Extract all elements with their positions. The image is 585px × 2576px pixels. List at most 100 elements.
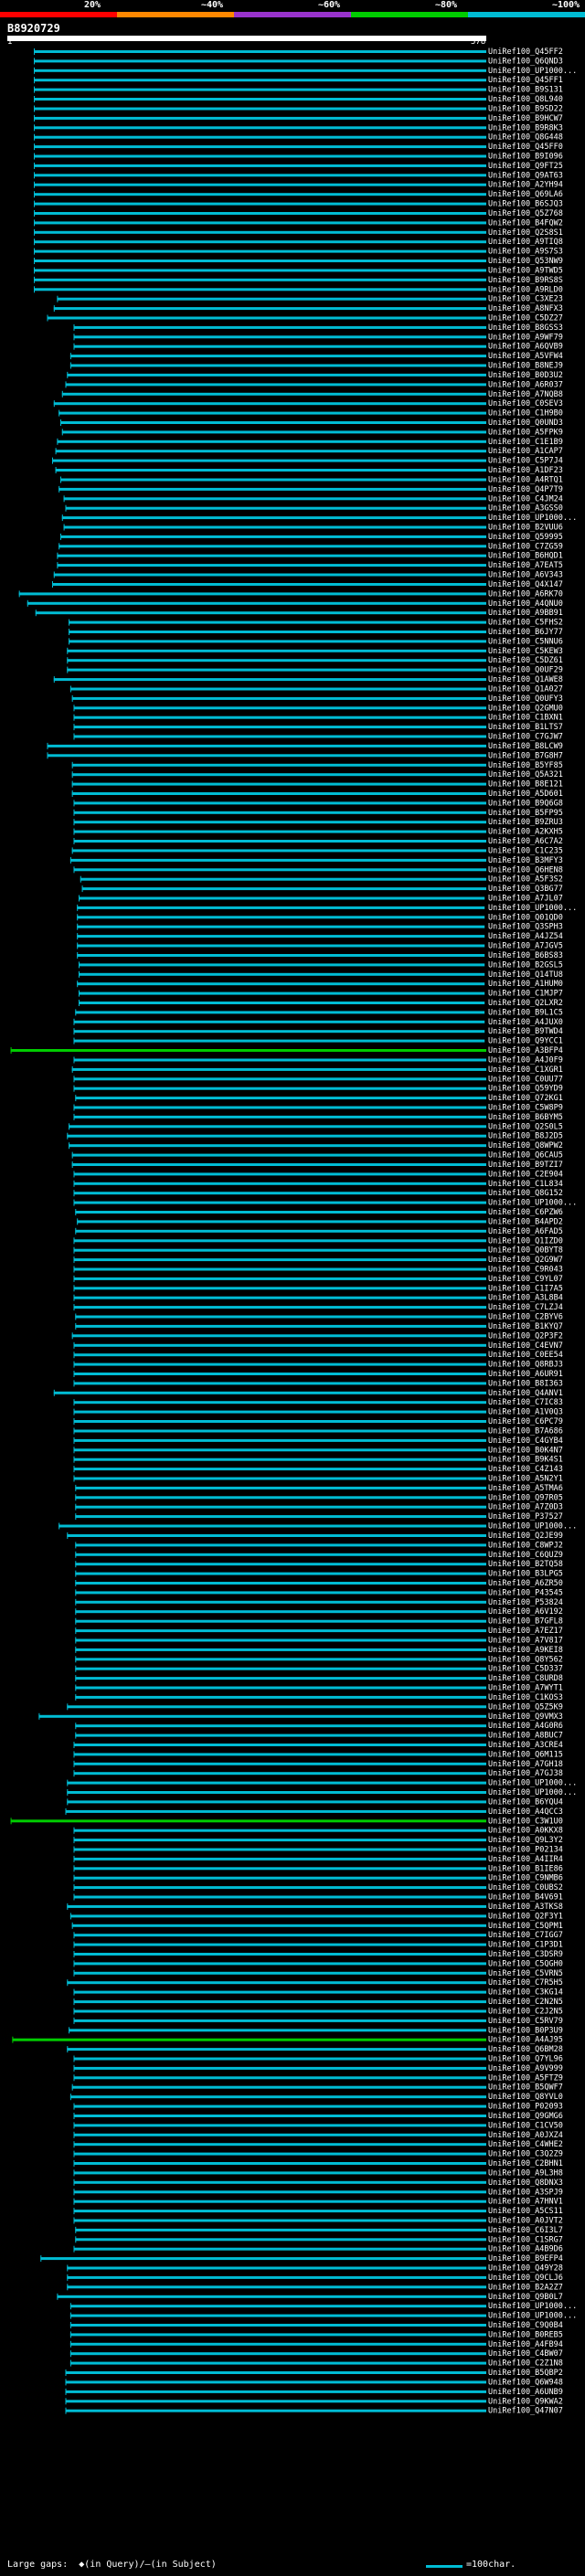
hit-bar[interactable] (63, 497, 486, 501)
hit-id-label[interactable]: UniRef100_Q3BG77 (488, 885, 563, 894)
hit-id-label[interactable]: UniRef100_C3KG14 (488, 1988, 563, 1998)
hit-id-label[interactable]: UniRef100_Q9AT63 (488, 171, 563, 180)
hit-id-label[interactable]: UniRef100_Q49Y28 (488, 2264, 563, 2274)
hit-bar[interactable] (57, 440, 487, 443)
hit-id-label[interactable]: UniRef100_C2N2N5 (488, 1998, 563, 2007)
hit-id-label[interactable]: UniRef100_Q2LXR2 (488, 999, 563, 1008)
hit-id-label[interactable]: UniRef100_A7JL07 (488, 895, 563, 904)
hit-id-label[interactable]: UniRef100_B5FP95 (488, 809, 563, 818)
hit-id-label[interactable]: UniRef100_B9R8K3 (488, 123, 563, 133)
hit-bar[interactable] (61, 392, 487, 396)
hit-bar[interactable] (65, 2390, 487, 2393)
hit-id-label[interactable]: UniRef100_UP1000... (488, 67, 577, 76)
hit-bar[interactable] (65, 1809, 487, 1813)
hit-bar[interactable] (73, 2009, 487, 2013)
hit-bar[interactable] (73, 1362, 487, 1366)
hit-id-label[interactable]: UniRef100_B2A2Z7 (488, 2283, 563, 2292)
hit-id-label[interactable]: UniRef100_A6QVB9 (488, 343, 563, 352)
hit-bar[interactable] (73, 1030, 485, 1034)
hit-bar[interactable] (71, 763, 486, 767)
hit-id-label[interactable]: UniRef100_B8E121 (488, 780, 563, 790)
hit-id-label[interactable]: UniRef100_Q1IZD0 (488, 1236, 563, 1246)
hit-id-label[interactable]: UniRef100_A6C7A2 (488, 837, 563, 846)
hit-id-label[interactable]: UniRef100_A7WYT1 (488, 1684, 563, 1693)
hit-bar[interactable] (73, 1373, 487, 1375)
hit-id-label[interactable]: UniRef100_C1H9B0 (488, 409, 563, 419)
hit-bar[interactable] (69, 364, 487, 367)
hit-id-label[interactable]: UniRef100_Q45FF2 (488, 48, 563, 57)
hit-bar[interactable] (69, 631, 486, 633)
hit-id-label[interactable]: UniRef100_Q69LA6 (488, 190, 563, 199)
hit-bar[interactable] (34, 59, 486, 63)
hit-bar[interactable] (75, 1211, 487, 1214)
hit-id-label[interactable]: UniRef100_Q8YVL0 (488, 2093, 563, 2102)
hit-id-label[interactable]: UniRef100_A6V343 (488, 571, 563, 580)
hit-bar[interactable] (34, 145, 486, 149)
hit-bar[interactable] (67, 2285, 487, 2289)
hit-bar[interactable] (75, 1667, 487, 1670)
hit-id-label[interactable]: UniRef100_A9WF79 (488, 333, 563, 342)
hit-bar[interactable] (73, 2000, 487, 2004)
hit-bar[interactable] (73, 1287, 487, 1290)
hit-bar[interactable] (34, 154, 486, 158)
hit-id-label[interactable]: UniRef100_B8J2D5 (488, 1132, 563, 1141)
hit-bar[interactable] (73, 1429, 487, 1433)
hit-id-label[interactable]: UniRef100_C0EE54 (488, 1351, 563, 1360)
hit-bar[interactable] (60, 478, 486, 482)
hit-bar[interactable] (38, 1714, 487, 1718)
hit-id-label[interactable]: UniRef100_A3SPJ9 (488, 2188, 563, 2197)
hit-bar[interactable] (73, 1382, 487, 1385)
hit-id-label[interactable]: UniRef100_B0REB5 (488, 2330, 563, 2339)
hit-id-label[interactable]: UniRef100_C6PC79 (488, 1417, 563, 1426)
hit-id-label[interactable]: UniRef100_C2BHN1 (488, 2159, 563, 2168)
hit-bar[interactable] (75, 1097, 487, 1100)
hit-id-label[interactable]: UniRef100_A3L8B4 (488, 1294, 563, 1303)
hit-id-label[interactable]: UniRef100_C1C235 (488, 846, 563, 855)
hit-id-label[interactable]: UniRef100_B0K4N7 (488, 1446, 563, 1455)
hit-bar[interactable] (73, 1744, 487, 1746)
hit-bar[interactable] (77, 935, 485, 938)
hit-bar[interactable] (79, 896, 485, 900)
hit-id-label[interactable]: UniRef100_B6SJQ3 (488, 200, 563, 209)
hit-bar[interactable] (75, 1610, 487, 1614)
hit-bar[interactable] (75, 1638, 487, 1642)
hit-bar[interactable] (52, 583, 486, 586)
hit-id-label[interactable]: UniRef100_C7LZJ4 (488, 1303, 563, 1312)
hit-bar[interactable] (35, 611, 487, 615)
hit-bar[interactable] (75, 2238, 487, 2242)
hit-bar[interactable] (34, 126, 486, 130)
hit-id-label[interactable]: UniRef100_C4GYB4 (488, 1436, 563, 1446)
hit-id-label[interactable]: UniRef100_A2KXH5 (488, 828, 563, 837)
hit-bar[interactable] (79, 963, 485, 967)
hit-bar[interactable] (75, 1724, 487, 1728)
hit-id-label[interactable]: UniRef100_UP1000... (488, 904, 577, 913)
hit-id-label[interactable]: UniRef100_C4WHE2 (488, 2140, 563, 2149)
hit-id-label[interactable]: UniRef100_C4BW07 (488, 2349, 563, 2359)
hit-id-label[interactable]: UniRef100_B9I096 (488, 153, 563, 162)
hit-id-label[interactable]: UniRef100_C1XGR1 (488, 1065, 563, 1075)
hit-bar[interactable] (65, 2380, 487, 2384)
hit-bar[interactable] (73, 1829, 487, 1832)
hit-bar[interactable] (71, 1153, 486, 1157)
hit-id-label[interactable]: UniRef100_Q59YD9 (488, 1085, 563, 1094)
hit-id-label[interactable]: UniRef100_A5FTZ9 (488, 2073, 563, 2083)
hit-id-label[interactable]: UniRef100_C6I3L7 (488, 2226, 563, 2235)
hit-bar[interactable] (73, 335, 487, 339)
hit-bar[interactable] (18, 592, 486, 596)
hit-bar[interactable] (69, 2361, 487, 2365)
hit-id-label[interactable]: UniRef100_C1CV50 (488, 2121, 563, 2130)
hit-id-label[interactable]: UniRef100_Q0UND3 (488, 419, 563, 428)
hit-id-label[interactable]: UniRef100_Q9YCC1 (488, 1037, 563, 1046)
hit-id-label[interactable]: UniRef100_C6PZW6 (488, 1208, 563, 1217)
hit-id-label[interactable]: UniRef100_P02134 (488, 1846, 563, 1855)
hit-bar[interactable] (73, 2152, 487, 2156)
hit-id-label[interactable]: UniRef100_A4B9D6 (488, 2245, 563, 2254)
hit-bar[interactable] (67, 1981, 487, 1985)
hit-bar[interactable] (73, 1201, 487, 1204)
hit-id-label[interactable]: UniRef100_Q8L940 (488, 95, 563, 104)
hit-bar[interactable] (69, 1125, 486, 1129)
hit-bar[interactable] (69, 1914, 487, 1918)
hit-bar[interactable] (34, 249, 486, 253)
hit-id-label[interactable]: UniRef100_A5N2Y1 (488, 1475, 563, 1484)
hit-bar[interactable] (34, 183, 486, 186)
